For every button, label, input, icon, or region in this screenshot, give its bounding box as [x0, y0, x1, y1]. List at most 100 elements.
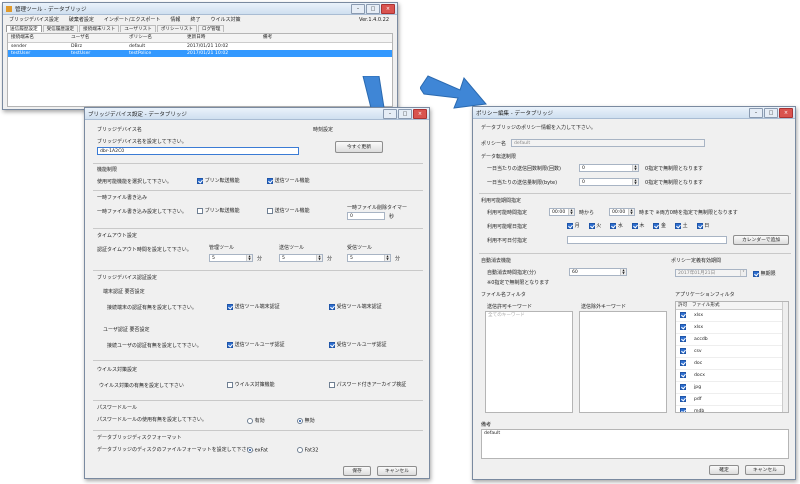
- spinner-icon[interactable]: ▲ ▼: [620, 269, 626, 275]
- maximize-icon[interactable]: □: [764, 108, 778, 118]
- spinner-icon[interactable]: ▲ ▼: [632, 179, 638, 185]
- deny-keyword-list[interactable]: [579, 311, 667, 413]
- checkbox[interactable]: [329, 381, 335, 388]
- spinner-icon[interactable]: ▲ ▼: [628, 209, 634, 215]
- day-wed[interactable]: 水: [610, 222, 623, 229]
- spinner-icon[interactable]: ▲ ▼: [316, 255, 322, 261]
- spinner-icon[interactable]: ▲ ▼: [632, 165, 638, 171]
- checkbox[interactable]: [567, 222, 573, 229]
- calendar-add-button[interactable]: カレンダーで追加: [733, 235, 789, 245]
- temp-timer-input[interactable]: 0: [347, 212, 385, 220]
- app-row[interactable]: csv: [676, 346, 788, 358]
- checkbox[interactable]: [680, 312, 686, 319]
- main-titlebar[interactable]: 管理ツール - データブリッジ – □ ×: [3, 3, 397, 15]
- device-name-input[interactable]: dbr-1A2C0: [97, 147, 299, 155]
- scrollbar[interactable]: [782, 302, 788, 412]
- app-row[interactable]: pdf: [676, 394, 788, 406]
- minimize-icon[interactable]: –: [383, 109, 397, 119]
- spinner-icon[interactable]: ▲ ▼: [568, 209, 574, 215]
- day-mon[interactable]: 月: [567, 222, 580, 229]
- app-col-type[interactable]: ファイル形式: [692, 302, 720, 309]
- tab-send-history[interactable]: 送信履歴設定: [6, 25, 42, 32]
- pw-radio-enabled[interactable]: 有効: [247, 417, 265, 424]
- day-tue[interactable]: 火: [588, 222, 601, 229]
- limit2-input[interactable]: 0 ▲ ▼: [579, 178, 639, 186]
- day-thu[interactable]: 木: [631, 222, 644, 229]
- term-cb2[interactable]: 受信ツール端末認証: [329, 303, 382, 310]
- checkbox[interactable]: [653, 222, 660, 229]
- checkbox[interactable]: [610, 222, 617, 229]
- checkbox[interactable]: [680, 408, 686, 412]
- menu-bridge-settings[interactable]: ブリッジデバイス設定: [9, 16, 59, 23]
- fmt-radio-fat32[interactable]: Fat32: [297, 447, 318, 454]
- menu-import-export[interactable]: インポート/エクスポート: [104, 16, 161, 23]
- term-cb1[interactable]: 送信ツール端末認証: [227, 303, 280, 310]
- col-user[interactable]: ユーザ名: [71, 34, 129, 42]
- checkbox[interactable]: [680, 360, 686, 367]
- checkbox[interactable]: [675, 222, 682, 229]
- radio[interactable]: [247, 417, 253, 424]
- checkbox[interactable]: [329, 303, 335, 310]
- func-cb1[interactable]: ブリン転送機能: [197, 177, 240, 184]
- day-fri[interactable]: 金: [653, 222, 666, 229]
- checkbox[interactable]: [267, 177, 273, 184]
- table-row-selected[interactable]: testUser testUser testPolice 2017/01/21 …: [8, 50, 392, 57]
- bridge-titlebar[interactable]: ブリッジデバイス設定 - データブリッジ – □ ×: [85, 108, 429, 120]
- minimize-icon[interactable]: –: [351, 4, 365, 14]
- minimize-icon[interactable]: –: [749, 108, 763, 118]
- menu-exit[interactable]: 終了: [190, 16, 200, 23]
- checkbox[interactable]: [329, 341, 335, 348]
- func-cb2[interactable]: 送信ツール機能: [267, 177, 310, 184]
- user-cb2[interactable]: 受信ツールユーザ認証: [329, 341, 387, 348]
- user-cb1[interactable]: 送信ツールユーザ認証: [227, 341, 285, 348]
- virus-cb2[interactable]: パスワード付きアーカイブ検証: [329, 381, 406, 388]
- checkbox[interactable]: [753, 270, 759, 277]
- temp-cb2[interactable]: 送信ツール機能: [267, 207, 310, 214]
- tab-user-list[interactable]: ユーザリスト: [120, 25, 156, 32]
- calendar-dropdown-icon[interactable]: ▾: [740, 270, 746, 276]
- app-row[interactable]: xlsx: [676, 310, 788, 322]
- cancel-button[interactable]: キャンセル: [377, 466, 417, 476]
- spinner-icon[interactable]: ▲ ▼: [246, 255, 252, 261]
- checkbox[interactable]: [227, 381, 233, 388]
- allow-keyword-list[interactable]: 全てのキーワード: [485, 311, 573, 413]
- checkbox[interactable]: [696, 222, 703, 229]
- timeout-send-input[interactable]: 5 ▲ ▼: [279, 254, 323, 262]
- expire-date-input[interactable]: 2017年01月21日 ▾: [675, 269, 747, 277]
- time-to-input[interactable]: 00:00 ▲ ▼: [609, 208, 635, 216]
- checkbox[interactable]: [680, 348, 686, 355]
- app-row[interactable]: mdb: [676, 406, 788, 412]
- close-icon[interactable]: ×: [381, 4, 395, 14]
- app-row[interactable]: xlsx: [676, 322, 788, 334]
- tab-terminal-list[interactable]: 接続端末リスト: [79, 25, 120, 32]
- menu-info[interactable]: 情報: [170, 16, 180, 23]
- limit1-input[interactable]: 0 ▲ ▼: [579, 164, 639, 172]
- menu-virus[interactable]: ウイルス対策: [210, 16, 240, 23]
- checkbox[interactable]: [197, 177, 203, 184]
- spinner-icon[interactable]: ▲ ▼: [384, 255, 390, 261]
- col-remarks[interactable]: 備考: [263, 34, 323, 42]
- cancel-button[interactable]: キャンセル: [745, 465, 785, 475]
- col-updated[interactable]: 更新日時: [187, 34, 263, 42]
- app-row[interactable]: doc: [676, 358, 788, 370]
- temp-cb1[interactable]: ブリン転送機能: [197, 207, 240, 214]
- checkbox[interactable]: [227, 303, 233, 310]
- app-row[interactable]: accdb: [676, 334, 788, 346]
- tab-policy-list[interactable]: ポリシーリスト: [156, 25, 197, 32]
- fmt-radio-exfat[interactable]: exFat: [247, 447, 268, 454]
- checkbox[interactable]: [227, 341, 233, 348]
- close-icon[interactable]: ×: [413, 109, 427, 119]
- col-terminal[interactable]: 接続端末名: [8, 34, 71, 42]
- day-sun[interactable]: 日: [696, 222, 709, 229]
- checkbox[interactable]: [197, 207, 203, 214]
- checkbox[interactable]: [680, 324, 686, 331]
- close-icon[interactable]: ×: [779, 108, 793, 118]
- save-button[interactable]: 保存: [343, 466, 371, 476]
- radio[interactable]: [247, 447, 253, 453]
- virus-cb1[interactable]: ウイルス対策機能: [227, 381, 275, 388]
- app-row[interactable]: docx: [676, 370, 788, 382]
- checkbox[interactable]: [631, 222, 638, 229]
- confirm-button[interactable]: 確定: [709, 465, 739, 475]
- day-sat[interactable]: 土: [675, 222, 688, 229]
- policy-name-input[interactable]: default: [511, 139, 705, 147]
